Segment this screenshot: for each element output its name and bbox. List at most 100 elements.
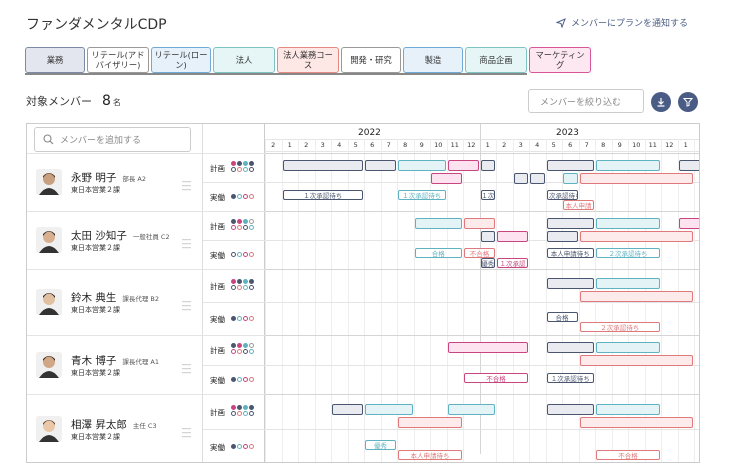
plan-bar[interactable] xyxy=(480,231,495,242)
drag-handle-icon[interactable]: ― ― ― xyxy=(182,361,192,378)
progress-dot xyxy=(237,285,242,290)
notify-members-link[interactable]: メンバーにプランを通知する xyxy=(556,16,688,29)
plan-bar[interactable] xyxy=(332,404,363,415)
plan-bar[interactable] xyxy=(596,278,660,289)
status-tag[interactable]: 優秀 xyxy=(365,440,396,450)
progress-dot xyxy=(231,405,236,410)
drag-handle-icon[interactable]: ― ― ― xyxy=(182,236,192,253)
plan-bar[interactable] xyxy=(579,291,693,302)
plan-bar[interactable] xyxy=(546,231,578,242)
status-tag[interactable]: ２次承認待ち xyxy=(596,248,660,258)
filter-button[interactable] xyxy=(678,92,698,112)
plan-bar[interactable] xyxy=(563,173,578,184)
status-tag[interactable]: １次承認 xyxy=(497,258,528,268)
plan-bar[interactable] xyxy=(596,404,660,415)
member-row[interactable]: 鈴木 典生 課長代理 B2 東日本営業２課 ― ― ― xyxy=(27,269,203,335)
status-tag[interactable]: 合格 xyxy=(546,312,578,322)
tab-4[interactable]: 法人業務コース xyxy=(277,47,339,73)
member-count-label: 対象メンバー xyxy=(26,95,92,108)
progress-dot xyxy=(249,316,254,321)
status-tag[interactable]: 不合格 xyxy=(464,248,495,258)
plan-bar[interactable] xyxy=(596,342,660,353)
tab-7[interactable]: 商品企画 xyxy=(465,47,527,73)
plan-bar[interactable] xyxy=(282,160,363,171)
progress-dot xyxy=(237,279,242,284)
member-name: 太田 沙知子 一般社員 C2 xyxy=(71,228,170,243)
status-tag[interactable]: 合格 xyxy=(414,248,462,258)
plan-bar[interactable] xyxy=(480,160,495,171)
tab-8[interactable]: マーケティング xyxy=(529,47,591,73)
progress-dot xyxy=(231,252,236,257)
status-tag[interactable]: 本人申請待ち xyxy=(398,450,462,460)
plan-bar[interactable] xyxy=(497,231,528,242)
progress-dot xyxy=(249,225,254,230)
plan-bar[interactable] xyxy=(579,231,693,242)
plan-bar[interactable] xyxy=(579,173,693,184)
plan-bar[interactable] xyxy=(546,278,594,289)
progress-dot xyxy=(237,316,242,321)
progress-dot xyxy=(231,349,236,354)
status-tag[interactable]: 本人申請 xyxy=(563,200,594,210)
tab-1[interactable]: リテール(アドバイザリー) xyxy=(87,47,149,73)
status-tag[interactable]: 優秀 xyxy=(480,258,495,268)
drag-handle-icon[interactable]: ― ― ― xyxy=(182,298,192,315)
plan-bar[interactable] xyxy=(579,355,693,366)
grid-column xyxy=(529,139,530,462)
row-divider xyxy=(265,153,699,154)
add-member-search[interactable]: メンバーを追加する xyxy=(34,127,191,152)
plan-bar[interactable] xyxy=(447,160,479,171)
tab-6[interactable]: 製造 xyxy=(403,47,463,73)
plan-bar[interactable] xyxy=(546,342,594,353)
progress-dot xyxy=(231,161,236,166)
drag-handle-icon[interactable]: ― ― ― xyxy=(182,425,192,442)
grid-column xyxy=(430,139,431,462)
plan-bar[interactable] xyxy=(530,173,545,184)
plan-bar[interactable] xyxy=(678,160,699,171)
month-label: 8 xyxy=(403,141,408,149)
plan-bar[interactable] xyxy=(464,218,495,229)
actual-label: 実働 xyxy=(210,315,225,324)
member-name: 鈴木 典生 課長代理 B2 xyxy=(71,290,159,305)
member-row[interactable]: 青木 博子 課長代理 A1 東日本営業２課 ― ― ― xyxy=(27,335,203,394)
plan-bar[interactable] xyxy=(513,173,528,184)
plan-bar[interactable] xyxy=(596,160,660,171)
plan-bar[interactable] xyxy=(431,173,462,184)
search-icon xyxy=(43,134,54,145)
progress-dot xyxy=(237,405,242,410)
status-tag[interactable]: 不合格 xyxy=(464,373,528,383)
tab-2[interactable]: リテール(ローン) xyxy=(151,47,211,73)
plan-bar[interactable] xyxy=(447,342,528,353)
download-button[interactable] xyxy=(651,92,671,112)
tab-0[interactable]: 業務 xyxy=(25,47,85,73)
plan-bar[interactable] xyxy=(365,404,413,415)
status-tag[interactable]: １次承認待ち xyxy=(398,190,446,200)
plan-bar[interactable] xyxy=(398,160,446,171)
member-row[interactable]: 太田 沙知子 一般社員 C2 東日本営業２課 ― ― ― xyxy=(27,211,203,269)
status-tag[interactable]: １次承認待ち xyxy=(282,190,363,200)
send-icon xyxy=(556,17,566,28)
plan-bar[interactable] xyxy=(546,404,594,415)
status-tag[interactable]: 本人申請待ち xyxy=(546,248,594,258)
plan-bar[interactable] xyxy=(546,160,594,171)
tab-3[interactable]: 法人 xyxy=(213,47,275,73)
member-row[interactable]: 永野 明子 部長 A2 東日本営業２課 ― ― ― xyxy=(27,153,203,211)
status-tag[interactable]: 不合格 xyxy=(596,450,660,460)
actual-label: 実働 xyxy=(210,376,225,385)
tab-5[interactable]: 開発・研究 xyxy=(341,47,401,73)
drag-handle-icon[interactable]: ― ― ― xyxy=(182,178,192,195)
plan-label: 計画 xyxy=(210,282,225,291)
plan-bar[interactable] xyxy=(414,218,462,229)
plan-bar[interactable] xyxy=(447,404,495,415)
status-tag[interactable]: １次承認待ち xyxy=(546,190,578,200)
plan-bar[interactable] xyxy=(365,160,396,171)
plan-bar[interactable] xyxy=(678,218,699,229)
plan-bar[interactable] xyxy=(579,417,693,428)
plan-bar[interactable] xyxy=(546,218,594,229)
status-tag[interactable]: １次承認待ち xyxy=(546,373,594,383)
member-filter-input[interactable]: メンバーを絞り込む xyxy=(528,89,644,113)
plan-bar[interactable] xyxy=(398,417,462,428)
month-label: 6 xyxy=(568,141,573,149)
plan-bar[interactable] xyxy=(596,218,660,229)
status-tag[interactable]: ２次承認待ち xyxy=(579,322,660,332)
status-tag[interactable]: １次 xyxy=(480,190,495,200)
